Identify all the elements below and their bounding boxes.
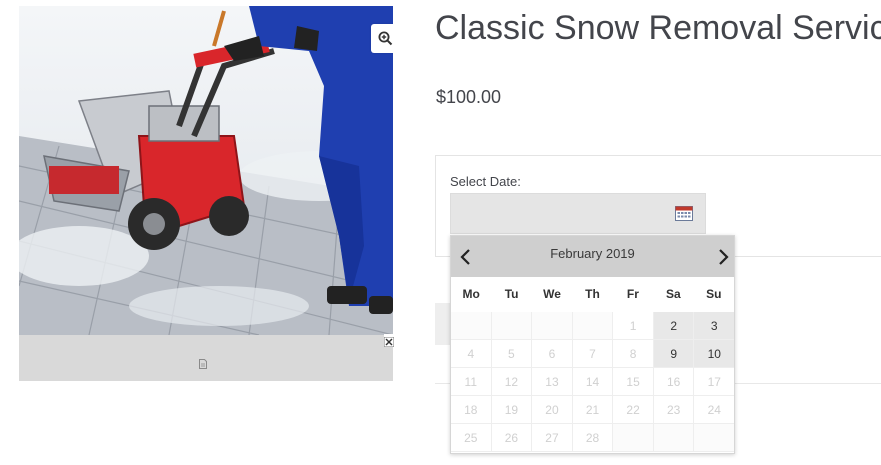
calendar-empty-cell <box>613 424 654 452</box>
calendar-week-row: 25 26 27 28 <box>451 424 735 452</box>
calendar-day-available[interactable]: 10 <box>694 340 735 368</box>
calendar-empty-cell <box>491 312 533 340</box>
zoom-in-icon <box>378 31 393 46</box>
datepicker-header: February 2019 <box>451 236 734 277</box>
calendar-empty-cell <box>451 312 492 340</box>
calendar-day-available[interactable]: 2 <box>653 312 695 340</box>
weekday-label: Mo <box>462 287 480 301</box>
calendar-day-unavailable: 28 <box>572 424 614 452</box>
datepicker-grid: 1 2 3 4 5 6 7 8 9 10 11 12 13 14 15 16 17 18 19 20 21 22 23 24 2… <box>451 312 735 452</box>
calendar-day-unavailable: 11 <box>451 368 492 396</box>
weekday-label: Th <box>585 287 600 301</box>
calendar-day-unavailable: 16 <box>653 368 695 396</box>
weekday-label: Su <box>706 287 722 301</box>
calendar-empty-cell <box>572 312 614 340</box>
calendar-day-unavailable: 6 <box>532 340 573 368</box>
calendar-day-unavailable: 27 <box>532 424 573 452</box>
calendar-week-row: 123 <box>451 312 735 340</box>
product-price: $100.00 <box>436 87 502 107</box>
calendar-day-unavailable: 18 <box>451 396 492 424</box>
calendar-day-unavailable: 25 <box>451 424 492 452</box>
calendar-icon[interactable] <box>675 205 693 221</box>
select-date-label: Select Date: <box>450 174 521 189</box>
calendar-week-row: 18 19 20 21 22 23 24 <box>451 396 735 424</box>
calendar-day-unavailable: 14 <box>572 368 614 396</box>
weekday-label: Sa <box>665 287 681 301</box>
calendar-day-unavailable: 19 <box>491 396 533 424</box>
calendar-day-unavailable: 17 <box>694 368 735 396</box>
calendar-day-unavailable: 21 <box>572 396 614 424</box>
calendar-day-unavailable: 5 <box>491 340 533 368</box>
calendar-day-unavailable: 15 <box>613 368 654 396</box>
calendar-day-unavailable: 26 <box>491 424 533 452</box>
calendar-day-unavailable: 8 <box>613 340 654 368</box>
weekday-label: Tu <box>504 287 519 301</box>
weekday-header-row: Mo Tu We Th Fr Sa Su <box>451 277 734 312</box>
calendar-day-available[interactable]: 3 <box>694 312 735 340</box>
chevron-right-icon[interactable] <box>715 248 731 266</box>
calendar-day-unavailable: 12 <box>491 368 533 396</box>
calendar-week-row: 11 12 13 14 15 16 17 <box>451 368 735 396</box>
product-image[interactable] <box>19 6 393 335</box>
datepicker-month-label: February 2019 <box>550 246 635 261</box>
calendar-day-unavailable: 1 <box>613 312 654 340</box>
date-input[interactable] <box>450 193 706 234</box>
calendar-day-unavailable: 13 <box>532 368 573 396</box>
calendar-empty-cell <box>653 424 695 452</box>
calendar-day-unavailable: 20 <box>532 396 573 424</box>
close-icon[interactable] <box>383 334 395 348</box>
product-title: Classic Snow Removal Service <box>435 9 881 47</box>
zoom-button[interactable] <box>371 24 393 53</box>
calendar-day-available[interactable]: 9 <box>653 340 695 368</box>
calendar-day-unavailable: 22 <box>613 396 654 424</box>
weekday-label: We <box>543 287 561 301</box>
file-icon <box>199 356 207 369</box>
datepicker: February 2019 Mo Tu We Th Fr Sa Su 1 2 3 4 5 6 7 8 9 10… <box>450 235 735 454</box>
calendar-empty-cell <box>532 312 573 340</box>
calendar-day-unavailable: 23 <box>653 396 695 424</box>
calendar-week-row: 4 5 6 7 8 9 10 <box>451 340 735 368</box>
calendar-day-unavailable: 7 <box>572 340 614 368</box>
calendar-day-unavailable: 4 <box>451 340 492 368</box>
calendar-empty-cell <box>694 424 735 452</box>
weekday-label: Fr <box>626 287 639 301</box>
calendar-day-unavailable: 24 <box>694 396 735 424</box>
